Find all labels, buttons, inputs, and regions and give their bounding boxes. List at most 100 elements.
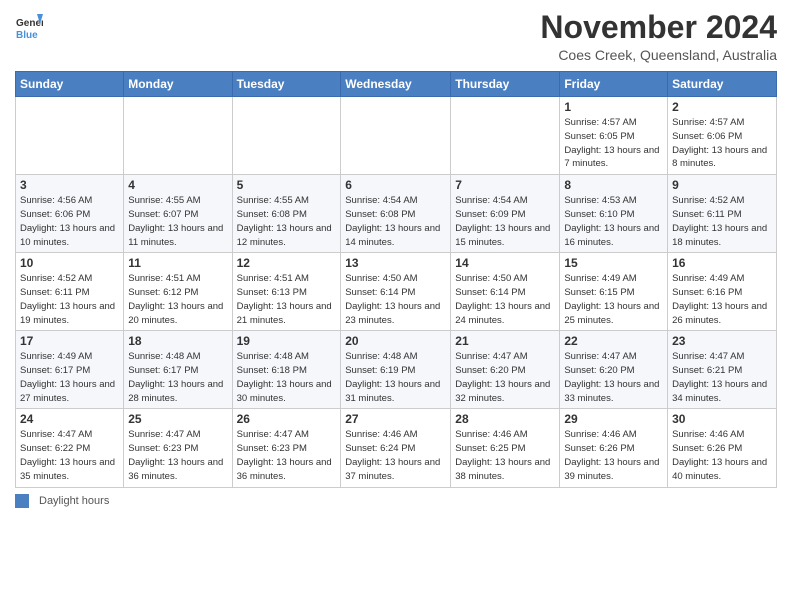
calendar-week-1: 1 Sunrise: 4:57 AMSunset: 6:05 PMDaylight…: [16, 97, 777, 175]
day-info: Sunrise: 4:50 AMSunset: 6:14 PMDaylight:…: [455, 272, 555, 327]
day-number: 30: [672, 412, 772, 426]
day-info: Sunrise: 4:57 AMSunset: 6:05 PMDaylight:…: [564, 116, 663, 171]
day-number: 8: [564, 178, 663, 192]
table-row: 9 Sunrise: 4:52 AMSunset: 6:11 PMDaylight…: [668, 175, 777, 253]
table-row: 14 Sunrise: 4:50 AMSunset: 6:14 PMDayligh…: [451, 253, 560, 331]
col-thursday: Thursday: [451, 72, 560, 97]
logo-blue-text: Blue: [16, 30, 38, 41]
day-info: Sunrise: 4:54 AMSunset: 6:08 PMDaylight:…: [345, 194, 446, 249]
day-number: 22: [564, 334, 663, 348]
table-row: 24Sunrise: 4:47 AMSunset: 6:22 PMDayligh…: [16, 409, 124, 487]
day-info: Sunrise: 4:49 AMSunset: 6:17 PMDaylight:…: [20, 350, 119, 405]
table-row: 28Sunrise: 4:46 AMSunset: 6:25 PMDayligh…: [451, 409, 560, 487]
calendar-week-5: 24Sunrise: 4:47 AMSunset: 6:22 PMDayligh…: [16, 409, 777, 487]
day-info: Sunrise: 4:56 AMSunset: 6:06 PMDaylight:…: [20, 194, 119, 249]
table-row: 1 Sunrise: 4:57 AMSunset: 6:05 PMDaylight…: [560, 97, 668, 175]
day-number: 6: [345, 178, 446, 192]
table-row: 12 Sunrise: 4:51 AMSunset: 6:13 PMDayligh…: [232, 253, 341, 331]
table-row: 17 Sunrise: 4:49 AMSunset: 6:17 PMDayligh…: [16, 331, 124, 409]
col-monday: Monday: [124, 72, 232, 97]
day-info: Sunrise: 4:52 AMSunset: 6:11 PMDaylight:…: [20, 272, 119, 327]
day-number: 13: [345, 256, 446, 270]
day-info: Sunrise: 4:54 AMSunset: 6:09 PMDaylight:…: [455, 194, 555, 249]
table-row: [451, 97, 560, 175]
table-row: 11 Sunrise: 4:51 AMSunset: 6:12 PMDayligh…: [124, 253, 232, 331]
day-info: Sunrise: 4:47 AMSunset: 6:20 PMDaylight:…: [455, 350, 555, 405]
day-info: Sunrise: 4:46 AMSunset: 6:26 PMDaylight:…: [672, 428, 772, 483]
day-info: Sunrise: 4:48 AMSunset: 6:18 PMDaylight:…: [237, 350, 337, 405]
table-row: 5 Sunrise: 4:55 AMSunset: 6:08 PMDaylight…: [232, 175, 341, 253]
day-info: Sunrise: 4:52 AMSunset: 6:11 PMDaylight:…: [672, 194, 772, 249]
day-number: 21: [455, 334, 555, 348]
footer-label: Daylight hours: [39, 495, 109, 507]
calendar-week-3: 10 Sunrise: 4:52 AMSunset: 6:11 PMDayligh…: [16, 253, 777, 331]
table-row: [16, 97, 124, 175]
calendar: Sunday Monday Tuesday Wednesday Thursday…: [15, 71, 777, 487]
day-number: 29: [564, 412, 663, 426]
day-info: Sunrise: 4:53 AMSunset: 6:10 PMDaylight:…: [564, 194, 663, 249]
col-tuesday: Tuesday: [232, 72, 341, 97]
day-number: 17: [20, 334, 119, 348]
day-info: Sunrise: 4:47 AMSunset: 6:23 PMDaylight:…: [128, 428, 227, 483]
day-number: 14: [455, 256, 555, 270]
table-row: 15 Sunrise: 4:49 AMSunset: 6:15 PMDayligh…: [560, 253, 668, 331]
table-row: [124, 97, 232, 175]
day-number: 15: [564, 256, 663, 270]
day-info: Sunrise: 4:49 AMSunset: 6:15 PMDaylight:…: [564, 272, 663, 327]
day-info: Sunrise: 4:55 AMSunset: 6:07 PMDaylight:…: [128, 194, 227, 249]
day-number: 10: [20, 256, 119, 270]
table-row: [232, 97, 341, 175]
col-saturday: Saturday: [668, 72, 777, 97]
month-title: November 2024: [540, 10, 777, 45]
day-number: 16: [672, 256, 772, 270]
day-number: 20: [345, 334, 446, 348]
logo: General Blue: [15, 14, 43, 42]
table-row: 25 Sunrise: 4:47 AMSunset: 6:23 PMDayligh…: [124, 409, 232, 487]
day-number: 3: [20, 178, 119, 192]
table-row: 21 Sunrise: 4:47 AMSunset: 6:20 PMDayligh…: [451, 331, 560, 409]
day-info: Sunrise: 4:50 AMSunset: 6:14 PMDaylight:…: [345, 272, 446, 327]
col-sunday: Sunday: [16, 72, 124, 97]
day-info: Sunrise: 4:46 AMSunset: 6:24 PMDaylight:…: [345, 428, 446, 483]
day-info: Sunrise: 4:55 AMSunset: 6:08 PMDaylight:…: [237, 194, 337, 249]
day-number: 12: [237, 256, 337, 270]
title-block: November 2024 Coes Creek, Queensland, Au…: [540, 10, 777, 63]
footer: Daylight hours: [15, 494, 777, 508]
table-row: 20 Sunrise: 4:48 AMSunset: 6:19 PMDayligh…: [341, 331, 451, 409]
day-number: 19: [237, 334, 337, 348]
day-number: 1: [564, 100, 663, 114]
day-info: Sunrise: 4:57 AMSunset: 6:06 PMDaylight:…: [672, 116, 772, 171]
col-friday: Friday: [560, 72, 668, 97]
day-info: Sunrise: 4:47 AMSunset: 6:20 PMDaylight:…: [564, 350, 663, 405]
page: General Blue November 2024 Coes Creek, Q…: [0, 0, 792, 612]
day-info: Sunrise: 4:47 AMSunset: 6:23 PMDaylight:…: [237, 428, 337, 483]
header: General Blue November 2024 Coes Creek, Q…: [15, 10, 777, 63]
table-row: 7 Sunrise: 4:54 AMSunset: 6:09 PMDaylight…: [451, 175, 560, 253]
day-number: 23: [672, 334, 772, 348]
table-row: 10 Sunrise: 4:52 AMSunset: 6:11 PMDayligh…: [16, 253, 124, 331]
table-row: 23Sunrise: 4:47 AMSunset: 6:21 PMDayligh…: [668, 331, 777, 409]
calendar-header-row: Sunday Monday Tuesday Wednesday Thursday…: [16, 72, 777, 97]
day-info: Sunrise: 4:48 AMSunset: 6:19 PMDaylight:…: [345, 350, 446, 405]
table-row: [341, 97, 451, 175]
table-row: 8 Sunrise: 4:53 AMSunset: 6:10 PMDaylight…: [560, 175, 668, 253]
table-row: 3 Sunrise: 4:56 AMSunset: 6:06 PMDaylight…: [16, 175, 124, 253]
day-number: 25: [128, 412, 227, 426]
day-info: Sunrise: 4:51 AMSunset: 6:13 PMDaylight:…: [237, 272, 337, 327]
table-row: 27Sunrise: 4:46 AMSunset: 6:24 PMDayligh…: [341, 409, 451, 487]
col-wednesday: Wednesday: [341, 72, 451, 97]
day-number: 7: [455, 178, 555, 192]
table-row: 18Sunrise: 4:48 AMSunset: 6:17 PMDayligh…: [124, 331, 232, 409]
day-info: Sunrise: 4:46 AMSunset: 6:26 PMDaylight:…: [564, 428, 663, 483]
table-row: 19 Sunrise: 4:48 AMSunset: 6:18 PMDayligh…: [232, 331, 341, 409]
table-row: 6 Sunrise: 4:54 AMSunset: 6:08 PMDaylight…: [341, 175, 451, 253]
logo-svg: General Blue: [15, 14, 43, 42]
table-row: 4Sunrise: 4:55 AMSunset: 6:07 PMDaylight…: [124, 175, 232, 253]
day-number: 11: [128, 256, 227, 270]
day-number: 5: [237, 178, 337, 192]
table-row: 26Sunrise: 4:47 AMSunset: 6:23 PMDayligh…: [232, 409, 341, 487]
day-number: 28: [455, 412, 555, 426]
day-info: Sunrise: 4:49 AMSunset: 6:16 PMDaylight:…: [672, 272, 772, 327]
day-number: 9: [672, 178, 772, 192]
day-info: Sunrise: 4:51 AMSunset: 6:12 PMDaylight:…: [128, 272, 227, 327]
